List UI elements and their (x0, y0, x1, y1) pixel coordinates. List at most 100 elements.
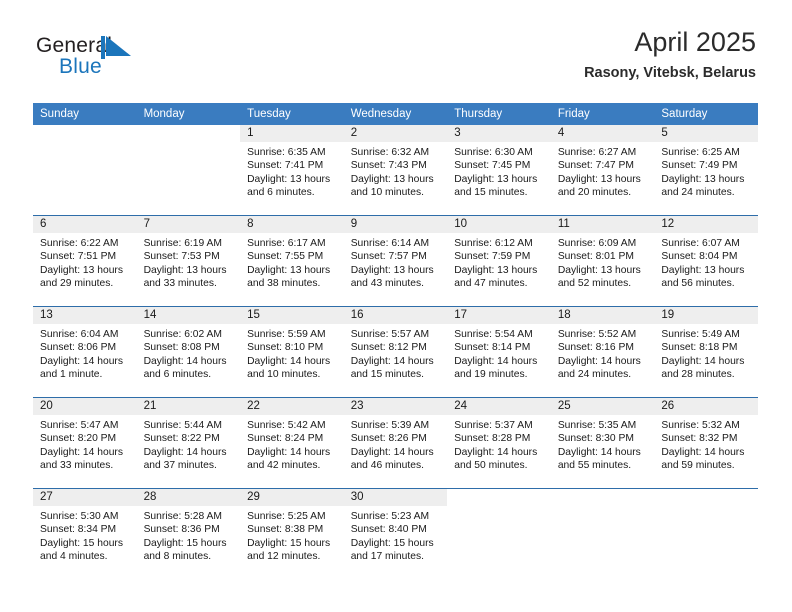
day-detail-sunset: Sunset: 8:16 PM (557, 342, 634, 354)
day-detail-sunrise: Sunrise: 5:28 AM (143, 511, 222, 522)
calendar-day-cell[interactable]: 5 Sunrise: 6:25 AM Sunset: 7:49 PM Daylight… (654, 125, 758, 216)
brand-word-blue: Blue (59, 55, 102, 78)
day-detail-daylight1: Daylight: 15 hours (40, 537, 123, 549)
day-detail-daylight2: and 15 minutes. (350, 369, 424, 381)
day-detail-sunrise: Sunrise: 5:49 AM (661, 329, 740, 340)
day-details: Sunrise: 6:17 AM Sunset: 7:55 PM Daylight:… (240, 233, 344, 291)
day-detail-sunrise: Sunrise: 5:39 AM (350, 420, 430, 431)
day-detail-daylight1: Daylight: 15 hours (350, 537, 434, 549)
page-header: General Blue April 2025 Rasony, Vitebsk,… (0, 0, 792, 103)
day-number: 23 (343, 398, 448, 415)
day-detail-daylight2: and 50 minutes. (454, 460, 528, 472)
day-details: Sunrise: 5:39 AM Sunset: 8:26 PM Daylight:… (344, 415, 448, 473)
calendar-day-cell[interactable]: 9 Sunrise: 6:14 AM Sunset: 7:57 PM Daylight… (343, 215, 448, 307)
calendar-day-cell[interactable]: 21 Sunrise: 5:44 AM Sunset: 8:22 PM Dayligh… (136, 397, 241, 489)
calendar-day-cell[interactable]: 23 Sunrise: 5:39 AM Sunset: 8:26 PM Dayligh… (343, 397, 448, 489)
day-detail-daylight1: Daylight: 13 hours (350, 173, 434, 185)
calendar-day-cell[interactable]: 4 Sunrise: 6:27 AM Sunset: 7:47 PM Daylight… (550, 125, 655, 216)
day-details (654, 506, 758, 510)
title-block: April 2025 Rasony, Vitebsk, Belarus (584, 26, 756, 82)
weekday-header-friday: Friday (550, 103, 655, 125)
day-detail-sunset: Sunset: 7:45 PM (454, 160, 531, 172)
calendar-empty-cell (33, 125, 137, 216)
day-detail-sunrise: Sunrise: 5:25 AM (247, 511, 326, 522)
calendar-day-cell[interactable]: 11 Sunrise: 6:09 AM Sunset: 8:01 PM Dayligh… (550, 215, 655, 307)
calendar-day-cell[interactable]: 28 Sunrise: 5:28 AM Sunset: 8:36 PM Dayligh… (136, 488, 241, 579)
calendar-day-cell[interactable]: 19 Sunrise: 5:49 AM Sunset: 8:18 PM Dayligh… (654, 306, 758, 398)
day-number: 19 (654, 307, 758, 324)
day-cell-inner: 14 Sunrise: 6:02 AM Sunset: 8:08 PM Dayligh… (136, 307, 241, 397)
calendar-day-cell[interactable]: 22 Sunrise: 5:42 AM Sunset: 8:24 PM Dayligh… (240, 397, 344, 489)
day-details: Sunrise: 5:54 AM Sunset: 8:14 PM Daylight:… (447, 324, 551, 382)
day-detail-sunset: Sunset: 7:49 PM (661, 160, 738, 172)
calendar-day-cell[interactable]: 24 Sunrise: 5:37 AM Sunset: 8:28 PM Dayligh… (447, 397, 551, 489)
day-details: Sunrise: 5:44 AM Sunset: 8:22 PM Daylight:… (137, 415, 241, 473)
day-number: 22 (240, 398, 344, 415)
calendar-day-cell[interactable]: 20 Sunrise: 5:47 AM Sunset: 8:20 PM Dayligh… (33, 397, 137, 489)
calendar-day-cell[interactable]: 2 Sunrise: 6:32 AM Sunset: 7:43 PM Daylight… (343, 125, 448, 216)
weekday-header-tuesday: Tuesday (240, 103, 344, 125)
day-detail-daylight1: Daylight: 14 hours (40, 446, 123, 458)
calendar-day-cell[interactable]: 1 Sunrise: 6:35 AM Sunset: 7:41 PM Daylight… (240, 125, 344, 216)
day-details: Sunrise: 5:35 AM Sunset: 8:30 PM Daylight:… (551, 415, 655, 473)
day-detail-daylight1: Daylight: 13 hours (661, 264, 745, 276)
calendar-day-cell[interactable]: 13 Sunrise: 6:04 AM Sunset: 8:06 PM Dayligh… (33, 306, 137, 398)
day-detail-sunset: Sunset: 7:57 PM (350, 251, 427, 263)
day-cell-inner (33, 125, 137, 215)
calendar-day-cell[interactable]: 25 Sunrise: 5:35 AM Sunset: 8:30 PM Dayligh… (550, 397, 655, 489)
day-detail-sunrise: Sunrise: 5:30 AM (40, 511, 119, 522)
calendar-day-cell[interactable]: 29 Sunrise: 5:25 AM Sunset: 8:38 PM Dayligh… (240, 488, 344, 579)
day-detail-daylight1: Daylight: 15 hours (143, 537, 227, 549)
day-detail-sunrise: Sunrise: 6:22 AM (40, 238, 119, 249)
calendar-day-cell[interactable]: 30 Sunrise: 5:23 AM Sunset: 8:40 PM Dayligh… (343, 488, 448, 579)
day-detail-sunrise: Sunrise: 6:32 AM (350, 147, 430, 158)
day-cell-inner: 24 Sunrise: 5:37 AM Sunset: 8:28 PM Dayligh… (447, 398, 551, 488)
day-details: Sunrise: 5:23 AM Sunset: 8:40 PM Daylight:… (344, 506, 448, 564)
day-detail-sunset: Sunset: 8:36 PM (143, 524, 220, 536)
day-detail-sunset: Sunset: 8:10 PM (247, 342, 324, 354)
calendar-day-cell[interactable]: 15 Sunrise: 5:59 AM Sunset: 8:10 PM Dayligh… (240, 306, 344, 398)
day-detail-sunrise: Sunrise: 6:25 AM (661, 147, 740, 158)
day-number (654, 489, 758, 506)
day-detail-daylight2: and 10 minutes. (247, 369, 321, 381)
day-cell-inner: 21 Sunrise: 5:44 AM Sunset: 8:22 PM Dayligh… (136, 398, 241, 488)
calendar-day-cell[interactable]: 3 Sunrise: 6:30 AM Sunset: 7:45 PM Daylight… (447, 125, 551, 216)
day-detail-daylight1: Daylight: 14 hours (557, 446, 641, 458)
day-detail-daylight1: Daylight: 13 hours (247, 173, 331, 185)
day-detail-daylight1: Daylight: 13 hours (40, 264, 123, 276)
calendar-day-cell[interactable]: 14 Sunrise: 6:02 AM Sunset: 8:08 PM Dayligh… (136, 306, 241, 398)
day-cell-inner: 7 Sunrise: 6:19 AM Sunset: 7:53 PM Daylight… (136, 216, 241, 306)
calendar-day-cell[interactable]: 10 Sunrise: 6:12 AM Sunset: 7:59 PM Dayligh… (447, 215, 551, 307)
day-details: Sunrise: 5:59 AM Sunset: 8:10 PM Daylight:… (240, 324, 344, 382)
day-detail-daylight2: and 28 minutes. (661, 369, 735, 381)
day-number (136, 125, 241, 142)
calendar-day-cell[interactable]: 18 Sunrise: 5:52 AM Sunset: 8:16 PM Dayligh… (550, 306, 655, 398)
day-number: 11 (550, 216, 655, 233)
day-details: Sunrise: 6:04 AM Sunset: 8:06 PM Daylight:… (33, 324, 137, 382)
calendar-day-cell[interactable]: 6 Sunrise: 6:22 AM Sunset: 7:51 PM Daylight… (33, 215, 137, 307)
calendar-day-cell[interactable]: 7 Sunrise: 6:19 AM Sunset: 7:53 PM Daylight… (136, 215, 241, 307)
day-details: Sunrise: 6:27 AM Sunset: 7:47 PM Daylight:… (551, 142, 655, 200)
brand-logo[interactable]: General Blue (36, 34, 166, 84)
day-detail-daylight2: and 55 minutes. (557, 460, 632, 472)
day-detail-sunset: Sunset: 8:08 PM (143, 342, 220, 354)
day-detail-daylight2: and 43 minutes. (350, 278, 424, 290)
day-number: 28 (136, 489, 241, 506)
calendar-day-cell[interactable]: 27 Sunrise: 5:30 AM Sunset: 8:34 PM Dayligh… (33, 488, 137, 579)
calendar-empty-cell (136, 125, 241, 216)
day-number: 14 (136, 307, 241, 324)
calendar-day-cell[interactable]: 8 Sunrise: 6:17 AM Sunset: 7:55 PM Daylight… (240, 215, 344, 307)
day-cell-inner: 25 Sunrise: 5:35 AM Sunset: 8:30 PM Dayligh… (550, 398, 655, 488)
day-number: 26 (654, 398, 758, 415)
day-detail-daylight1: Daylight: 15 hours (247, 537, 331, 549)
weekday-header-thursday: Thursday (447, 103, 551, 125)
calendar-day-cell[interactable]: 17 Sunrise: 5:54 AM Sunset: 8:14 PM Dayligh… (447, 306, 551, 398)
day-detail-sunrise: Sunrise: 6:04 AM (40, 329, 119, 340)
day-detail-daylight1: Daylight: 14 hours (40, 355, 123, 367)
weekday-header-saturday: Saturday (654, 103, 758, 125)
calendar-day-cell[interactable]: 16 Sunrise: 5:57 AM Sunset: 8:12 PM Dayligh… (343, 306, 448, 398)
day-detail-sunrise: Sunrise: 5:52 AM (557, 329, 637, 340)
calendar-day-cell[interactable]: 12 Sunrise: 6:07 AM Sunset: 8:04 PM Dayligh… (654, 215, 758, 307)
calendar-day-cell[interactable]: 26 Sunrise: 5:32 AM Sunset: 8:32 PM Dayligh… (654, 397, 758, 489)
day-details: Sunrise: 6:02 AM Sunset: 8:08 PM Daylight:… (137, 324, 241, 382)
